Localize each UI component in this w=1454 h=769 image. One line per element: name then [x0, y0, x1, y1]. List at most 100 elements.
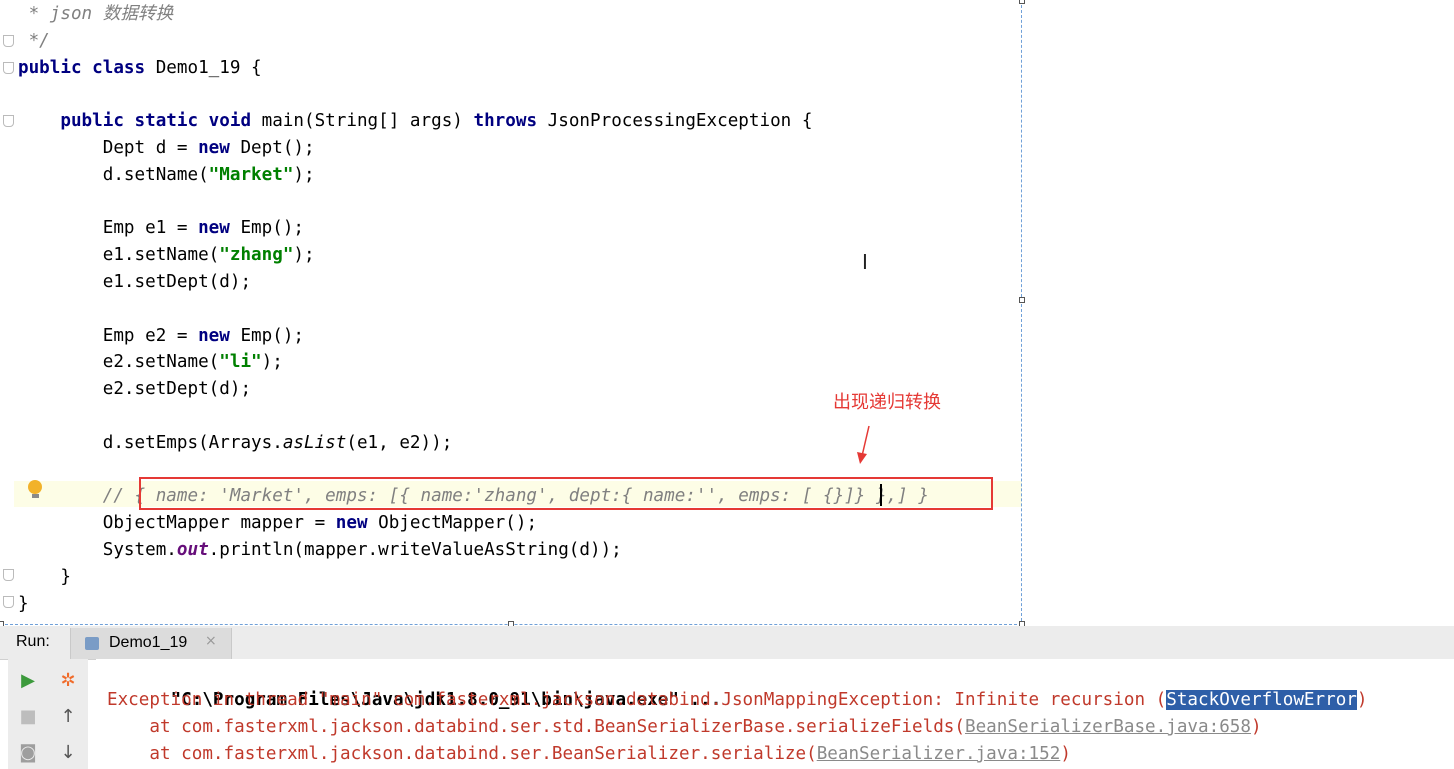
code-line[interactable]: Emp e2 = new Emp(); [18, 323, 304, 349]
fold-marker[interactable] [3, 35, 14, 47]
annotation-arrow-icon [857, 425, 870, 464]
right-margin-guide [1021, 0, 1022, 626]
code-token: d.setEmps(Arrays. [18, 432, 283, 453]
camera-icon[interactable]: ◙ [18, 743, 38, 763]
run-toolbar-right: ✲ ↑ ↓ [48, 659, 88, 769]
stack-text: at com.fasterxml.jackson.databind.ser.Be… [107, 744, 817, 764]
text-caret [880, 484, 882, 506]
code-token: ObjectMapper mapper = [18, 513, 336, 534]
ibeam-cursor-icon: I [862, 250, 868, 274]
console-output[interactable]: "C:\Program Files\Java\jdk1.8.0_91\bin\j… [96, 659, 1454, 769]
code-token: System. [18, 540, 177, 560]
run-header: Run: Demo1_19 × [0, 626, 1454, 660]
resize-handle[interactable] [1019, 0, 1025, 4]
console-line-command: "C:\Program Files\Java\jdk1.8.0_91\bin\j… [107, 660, 722, 710]
code-line[interactable]: public static void main(String[] args) t… [18, 108, 812, 134]
code-line[interactable]: e1.setName("zhang"); [18, 242, 315, 268]
code-line[interactable]: Emp e1 = new Emp(); [18, 215, 304, 241]
run-toolbar-left: ▶ ■ ◙ [8, 659, 48, 769]
code-token: throws [473, 111, 548, 132]
stop-icon[interactable]: ■ [18, 707, 38, 727]
fold-marker[interactable] [3, 62, 14, 74]
code-line[interactable]: ObjectMapper mapper = new ObjectMapper()… [18, 510, 537, 536]
fold-marker[interactable] [3, 115, 14, 127]
code-token: new [198, 218, 241, 239]
fold-marker[interactable] [3, 569, 14, 581]
code-line[interactable]: * json 数据转换 [18, 1, 174, 27]
run-label: Run: [16, 633, 50, 650]
code-editor[interactable]: * json 数据转换 */ public class Demo1_19 { pu… [0, 0, 1454, 627]
editor-gutter [0, 0, 14, 626]
code-token: new [335, 513, 379, 534]
code-token: Dept(); [240, 138, 315, 158]
selected-text[interactable]: StackOverflowError [1166, 690, 1357, 710]
code-token: } [18, 566, 71, 587]
code-token: } [18, 593, 29, 614]
code-token: e2.setName( [18, 352, 220, 373]
code-token: ); [261, 352, 283, 373]
code-token: .println(mapper.writeValueAsString(d)); [208, 540, 622, 560]
code-line[interactable]: public class Demo1_19 { [18, 55, 262, 81]
stack-text: at com.fasterxml.jackson.databind.ser.st… [107, 717, 965, 737]
code-line[interactable]: e1.setDept(d); [18, 269, 251, 295]
bug-icon[interactable]: ✲ [58, 671, 78, 691]
fold-marker[interactable] [3, 596, 14, 608]
code-token: "Market" [208, 164, 294, 185]
tab-demo1-19[interactable]: Demo1_19 × [70, 628, 232, 659]
code-line[interactable]: */ [18, 28, 50, 54]
stack-suffix: ) [1060, 744, 1071, 764]
code-token: e2.setDept(d); [18, 379, 252, 400]
code-token: e1.setName( [18, 245, 220, 266]
arrow-up-icon[interactable]: ↑ [58, 707, 78, 727]
console-line-exception: Exception in thread "main" com.fasterxml… [107, 687, 1368, 714]
arrow-down-icon[interactable]: ↓ [58, 743, 78, 763]
code-line[interactable]: System.out.println(mapper.writeValueAsSt… [18, 537, 622, 563]
code-token: new [198, 325, 241, 346]
code-line[interactable]: e2.setName("li"); [18, 349, 283, 375]
code-token: Emp e2 = [18, 325, 199, 346]
stack-suffix: ) [1250, 717, 1262, 737]
code-line[interactable]: } [18, 564, 71, 590]
code-token: * json 数据转换 [18, 4, 174, 24]
stack-link[interactable]: BeanSerializer.java:152 [817, 744, 1061, 764]
lightbulb-icon[interactable] [28, 480, 42, 494]
console-icon [85, 637, 99, 650]
code-line[interactable]: } [18, 591, 29, 617]
play-icon[interactable]: ▶ [18, 671, 38, 691]
code-token: "zhang" [219, 245, 294, 266]
code-token: ); [293, 245, 315, 266]
exception-text: Exception in thread "main" com.fasterxml… [107, 690, 1167, 710]
code-token: asList [282, 432, 347, 453]
close-icon[interactable]: × [205, 633, 217, 649]
code-token: out [176, 540, 209, 560]
code-token: Dept d = [18, 138, 199, 158]
code-line[interactable]: d.setName("Market"); [18, 162, 315, 188]
code-line[interactable]: d.setEmps(Arrays.asList(e1, e2)); [18, 430, 453, 456]
code-token: Emp(); [240, 325, 305, 346]
resize-handle[interactable] [1019, 297, 1025, 303]
code-token: ); [293, 164, 315, 185]
code-token: public static void [18, 111, 262, 132]
code-token: new [198, 138, 241, 158]
console-line-stack-1: at com.fasterxml.jackson.databind.ser.st… [107, 714, 1262, 741]
code-token: JsonProcessingException { [547, 111, 813, 132]
code-token: Emp(); [240, 218, 305, 239]
code-token: e1.setDept(d); [18, 272, 252, 292]
code-line[interactable]: e2.setDept(d); [18, 376, 251, 402]
code-token: "li" [219, 352, 262, 373]
code-token: Demo1_19 { [155, 57, 262, 78]
run-panel: Run: Demo1_19 × ▶ ■ ◙ ✲ ↑ ↓ "C:\Program … [0, 626, 1454, 769]
stack-link[interactable]: BeanSerializerBase.java:658 [965, 717, 1251, 737]
lightbulb-base [32, 494, 39, 498]
annotation-box [139, 477, 993, 510]
code-token: ObjectMapper(); [378, 513, 538, 534]
code-token: */ [18, 30, 50, 51]
exception-suffix: ) [1356, 690, 1368, 710]
code-token: d.setName( [18, 164, 209, 185]
code-line[interactable]: Dept d = new Dept(); [18, 135, 315, 161]
code-token: (e1, e2)); [346, 432, 453, 453]
code-token: Emp e1 = [18, 218, 199, 239]
annotation-label: 出现递归转换 [833, 392, 941, 413]
code-token: main(String[] args) [261, 111, 474, 132]
console-line-stack-2: at com.fasterxml.jackson.databind.ser.Be… [107, 741, 1071, 768]
